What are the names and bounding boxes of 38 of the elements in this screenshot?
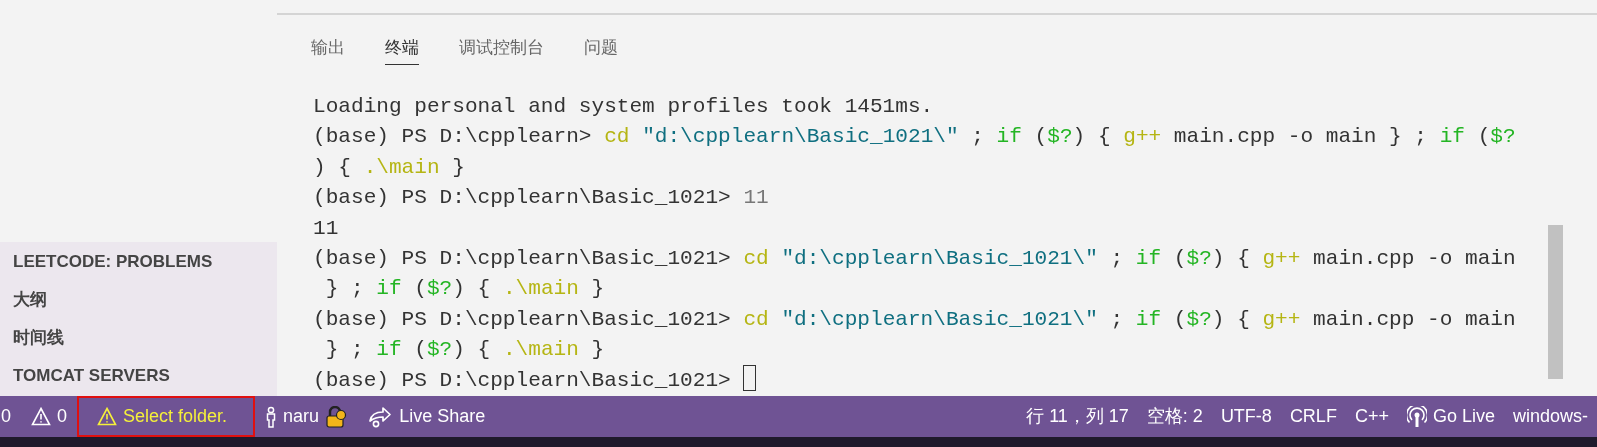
panel-tab[interactable]: 输出 bbox=[311, 36, 345, 65]
terminal-line: ) { .\main } bbox=[313, 154, 465, 179]
section-header[interactable]: TOMCAT SERVERS bbox=[13, 364, 277, 388]
terminal-line: (base) PS D:\cpplearn\Basic_1021> bbox=[313, 367, 732, 392]
panel-tab[interactable]: 问题 bbox=[584, 36, 618, 65]
panel-tab[interactable]: 终端 bbox=[385, 36, 419, 65]
status-item[interactable]: Go Live bbox=[1397, 396, 1504, 437]
terminal-line: (base) PS D:\cpplearn> cd "d:\cpplearn\Basic_1021\" ; if ($?) { g++ main.cpp -o main } ; if ($? bbox=[313, 124, 1516, 149]
terminal-line: } ; if ($?) { .\main } bbox=[324, 276, 605, 301]
terminal-line: 11 bbox=[313, 215, 339, 240]
status-item[interactable]: 行 11，列 17 bbox=[1017, 396, 1138, 437]
section-header[interactable]: LEETCODE: PROBLEMS bbox=[13, 250, 277, 274]
person-icon bbox=[265, 405, 278, 428]
broadcast-icon bbox=[1406, 405, 1427, 428]
status-item[interactable]: C++ bbox=[1345, 396, 1398, 437]
scrollbar[interactable] bbox=[1548, 225, 1563, 379]
terminal-line: Loading personal and system profiles took 1451ms. bbox=[313, 94, 934, 118]
warning-icon bbox=[31, 407, 51, 426]
terminal-line: (base) PS D:\cpplearn\Basic_1021> cd "d:\cpplearn\Basic_1021\" ; if ($?) { g++ main.cpp -o main bbox=[313, 245, 1516, 270]
terminal-line: (base) PS D:\cpplearn\Basic_1021> 11 bbox=[313, 185, 769, 210]
terminal-cursor bbox=[743, 364, 757, 391]
panel-tab[interactable]: 调试控制台 bbox=[459, 36, 544, 65]
status-item[interactable]: 空格: 2 bbox=[1137, 396, 1212, 437]
lock-icon bbox=[325, 405, 348, 428]
share-arrow-icon bbox=[367, 405, 394, 428]
status-item[interactable]: windows- bbox=[1503, 396, 1597, 437]
status-item[interactable]: UTF-8 bbox=[1211, 396, 1281, 437]
warning-icon bbox=[97, 407, 118, 426]
status-item[interactable]: naru bbox=[255, 396, 358, 437]
status-item[interactable]: Select folder. bbox=[77, 396, 256, 437]
terminal-line: } ; if ($?) { .\main } bbox=[324, 337, 605, 362]
status-item[interactable]: Live Share bbox=[357, 396, 496, 437]
section-header[interactable]: 大纲 bbox=[13, 288, 277, 312]
terminal-line: (base) PS D:\cpplearn\Basic_1021> cd "d:\cpplearn\Basic_1021\" ; if ($?) { g++ main.cpp -o main bbox=[313, 306, 1516, 331]
status-item[interactable]: CRLF bbox=[1280, 396, 1346, 437]
section-header[interactable]: 时间线 bbox=[13, 326, 277, 350]
status-item[interactable]: 0 bbox=[0, 396, 21, 437]
status-item[interactable]: 0 bbox=[21, 396, 78, 437]
